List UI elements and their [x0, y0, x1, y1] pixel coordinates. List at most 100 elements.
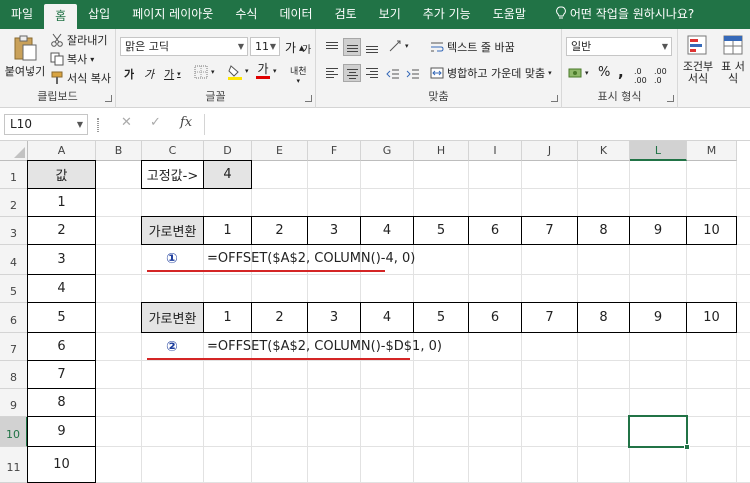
borders-button[interactable]: ▾: [194, 65, 215, 79]
cell-h6[interactable]: 5: [413, 302, 469, 333]
cell-a9[interactable]: 8: [27, 388, 96, 417]
cell-a4[interactable]: 3: [27, 244, 96, 275]
row-header-1[interactable]: 1: [0, 161, 28, 189]
formula-input[interactable]: [204, 114, 750, 135]
cell-m6[interactable]: 10: [686, 302, 737, 333]
cell-l6[interactable]: 9: [629, 302, 687, 333]
row-header-8[interactable]: 8: [0, 361, 28, 389]
cell-d1[interactable]: 4: [203, 160, 252, 189]
column-header-d[interactable]: D: [204, 141, 252, 161]
tab-5[interactable]: 데이터: [268, 0, 323, 29]
column-header-b[interactable]: B: [96, 141, 142, 161]
cell-a3[interactable]: 2: [27, 216, 96, 245]
column-header-l[interactable]: L: [630, 141, 687, 161]
column-header-i[interactable]: I: [469, 141, 522, 161]
cell-f6[interactable]: 3: [307, 302, 361, 333]
cell-a6[interactable]: 5: [27, 302, 96, 333]
align-top-icon[interactable]: [323, 38, 341, 56]
cell-l3[interactable]: 9: [629, 216, 687, 245]
dialog-launcher-icon[interactable]: [551, 95, 558, 102]
column-header-c[interactable]: C: [142, 141, 204, 161]
column-header-e[interactable]: E: [252, 141, 308, 161]
cell-g3[interactable]: 4: [360, 216, 414, 245]
row-header-6[interactable]: 6: [0, 303, 28, 333]
number-format-select[interactable]: 일반 ▼: [566, 37, 672, 56]
cell-a2[interactable]: 1: [27, 188, 96, 217]
row-header-5[interactable]: 5: [0, 275, 28, 303]
cell-a11[interactable]: 10: [27, 446, 96, 483]
conditional-format-button[interactable]: 조건부 서식: [680, 34, 716, 85]
font-name-select[interactable]: 맑은 고딕 ▼: [120, 37, 248, 56]
cell-h3[interactable]: 5: [413, 216, 469, 245]
paste-button[interactable]: 붙여넣기: [4, 34, 46, 79]
column-header-a[interactable]: A: [28, 141, 96, 161]
select-all-corner[interactable]: [0, 141, 28, 161]
column-header-h[interactable]: H: [414, 141, 469, 161]
format-as-table-button[interactable]: 표 서식: [718, 34, 748, 85]
cell-e3[interactable]: 2: [251, 216, 308, 245]
tab-2[interactable]: 삽입: [77, 0, 121, 29]
accounting-format-button[interactable]: ▾: [568, 66, 589, 80]
underline-button[interactable]: 가 ▾: [164, 66, 181, 82]
align-bottom-icon[interactable]: [363, 38, 381, 56]
cell-c3[interactable]: 가로변환: [141, 216, 204, 245]
cell-d6[interactable]: 1: [203, 302, 252, 333]
phonetic-button[interactable]: 내천 ▾: [290, 64, 307, 85]
cell-j6[interactable]: 7: [521, 302, 578, 333]
cell-g6[interactable]: 4: [360, 302, 414, 333]
cell-k6[interactable]: 8: [577, 302, 630, 333]
tab-7[interactable]: 보기: [368, 0, 412, 29]
format-painter-button[interactable]: 서식 복사: [50, 70, 111, 86]
column-header-j[interactable]: J: [522, 141, 578, 161]
italic-button[interactable]: 가: [144, 66, 154, 82]
tab-3[interactable]: 페이지 레이아웃: [121, 0, 224, 29]
cancel-icon[interactable]: ✕: [121, 115, 132, 130]
font-size-select[interactable]: 11 ▼: [250, 37, 280, 56]
cell-k3[interactable]: 8: [577, 216, 630, 245]
cell-f3[interactable]: 3: [307, 216, 361, 245]
tab-4[interactable]: 수식: [224, 0, 268, 29]
cut-button[interactable]: 잘라내기: [50, 32, 107, 48]
fill-color-button[interactable]: ▾: [228, 64, 249, 80]
row-header-11[interactable]: 11: [0, 447, 28, 483]
dialog-launcher-icon[interactable]: [105, 95, 112, 102]
copy-button[interactable]: 복사 ▾: [50, 51, 94, 67]
tab-9[interactable]: 도움말: [482, 0, 537, 29]
tell-me-search[interactable]: 어떤 작업을 원하시나요?: [545, 0, 705, 29]
tab-8[interactable]: 추가 기능: [412, 0, 482, 29]
dialog-launcher-icon[interactable]: [667, 95, 674, 102]
cell-c1[interactable]: 고정값->: [141, 160, 204, 189]
row-header-4[interactable]: 4: [0, 245, 28, 275]
name-box[interactable]: L10 ▼: [4, 114, 88, 135]
tab-6[interactable]: 검토: [324, 0, 368, 29]
increase-decimal-button[interactable]: .0.00: [634, 67, 647, 85]
cell-m3[interactable]: 10: [686, 216, 737, 245]
column-header-g[interactable]: G: [361, 141, 414, 161]
row-header-3[interactable]: 3: [0, 217, 28, 245]
enter-icon[interactable]: ✓: [150, 115, 161, 130]
orientation-button[interactable]: ▾: [388, 39, 409, 53]
row-header-10[interactable]: 10: [0, 417, 28, 447]
tab-0[interactable]: 파일: [0, 0, 44, 29]
align-right-icon[interactable]: [363, 64, 381, 82]
percent-button[interactable]: %: [598, 65, 610, 80]
cell-a5[interactable]: 4: [27, 274, 96, 303]
column-header-f[interactable]: F: [308, 141, 361, 161]
row-header-7[interactable]: 7: [0, 333, 28, 361]
tab-1[interactable]: 홈: [44, 4, 78, 29]
increase-indent-button[interactable]: [406, 67, 420, 81]
cell-e6[interactable]: 2: [251, 302, 308, 333]
row-header-2[interactable]: 2: [0, 189, 28, 217]
merge-center-button[interactable]: 병합하고 가운데 맞춤 ▾: [430, 65, 552, 81]
decrease-indent-button[interactable]: [386, 67, 400, 81]
column-header-k[interactable]: K: [578, 141, 630, 161]
formula-bar-resize-handle[interactable]: [97, 118, 99, 132]
cell-j3[interactable]: 7: [521, 216, 578, 245]
font-color-button[interactable]: 가 ▾: [256, 63, 277, 79]
align-center-icon[interactable]: [343, 64, 361, 82]
fill-handle[interactable]: [684, 444, 690, 450]
cell-i6[interactable]: 6: [468, 302, 522, 333]
cell-a8[interactable]: 7: [27, 360, 96, 389]
insert-function-icon[interactable]: fx: [180, 115, 192, 130]
worksheet-grid[interactable]: A B C D E F G H I J K L M 1 2 3 4 5 6 7 8 9 10 11 값 1 2 3 4 5 6 7 8 9 10 고정…: [0, 141, 750, 483]
